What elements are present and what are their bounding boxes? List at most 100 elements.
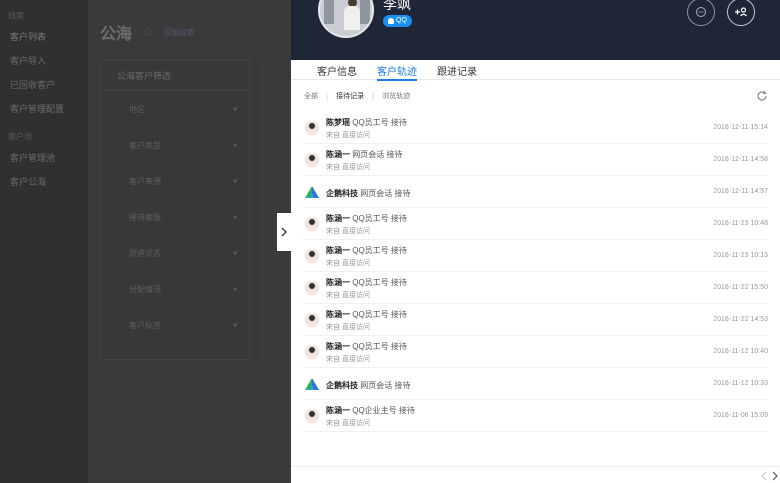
record-time: 2018-11-12 10:40 — [713, 348, 768, 355]
agent-avatar — [305, 409, 319, 423]
chevron-left-icon[interactable] — [759, 470, 769, 482]
subtab-all[interactable]: 全部 — [304, 91, 318, 101]
subtab-browse-track[interactable]: 浏览轨迹 — [382, 91, 410, 101]
nav-section-title: 线索 — [8, 11, 24, 20]
agent-avatar — [305, 345, 319, 359]
agent-name: 陈涵一 — [326, 310, 350, 319]
qq-penguin-icon — [388, 18, 394, 24]
chevron-right-icon — [281, 227, 287, 237]
agent-name: 陈涵一 — [326, 246, 350, 255]
customer-name: 李飒 — [383, 0, 411, 12]
list-item[interactable]: 陈涵一 QQ员工号 接待 来自 直接访问 2018-11-22 15:50 — [303, 272, 768, 304]
list-item[interactable]: 陈涵一 QQ员工号 接待 来自 直接访问 2018-11-23 10:48 — [303, 208, 768, 240]
chevron-down-icon: ▾ — [232, 320, 237, 330]
agent-name: 陈涵一 — [326, 406, 350, 415]
detail-tabs: 客户信息 客户轨迹 跟进记录 — [291, 60, 780, 81]
record-detail: QQ员工号 接待 — [352, 246, 407, 255]
add-user-icon — [735, 7, 747, 17]
chevron-right-icon[interactable] — [770, 470, 780, 482]
list-item[interactable]: 陈涵一 QQ企业主号 接待 来自 直接访问 2018-11-06 15:09 — [303, 400, 768, 432]
filter-title: 公海客户筛选 — [101, 61, 249, 91]
nav-section-title: 客户池 — [8, 132, 32, 141]
start-chat-button[interactable] — [687, 0, 715, 26]
left-navigation: 线索 客户列表 客户导入 已回收客户 客户管理配置 客户池 客户管理池 客户公海 — [0, 0, 88, 483]
record-detail: 网页会话 接待 — [352, 150, 403, 159]
record-time: 2018-11-06 15:09 — [713, 412, 768, 419]
page-header: 公海 ☆ 添加线索 — [100, 20, 195, 44]
record-detail: QQ员工号 接待 — [352, 278, 407, 287]
filter-region[interactable]: 地区 ▾ — [101, 91, 249, 127]
reception-record-list: 陈梦瑶 QQ员工号 接待 来自 直接访问 2018-12-11 15:14 陈涵… — [291, 112, 780, 432]
chevron-down-icon: ▾ — [232, 284, 237, 294]
tab-customer-track[interactable]: 客户轨迹 — [367, 60, 427, 81]
nav-item-customer-pool[interactable]: 客户管理池 — [0, 146, 88, 170]
filter-follow-status[interactable]: 跟进状态 ▾ — [101, 235, 249, 271]
chevron-down-icon: ▾ — [232, 212, 237, 222]
list-item[interactable]: 陈梦瑶 QQ员工号 接待 来自 直接访问 2018-12-11 15:14 — [303, 112, 768, 144]
record-detail: QQ员工号 接待 — [352, 118, 407, 127]
agent-name: 陈梦瑶 — [326, 118, 350, 127]
channel-badge: QQ — [383, 15, 412, 27]
refresh-icon[interactable] — [756, 90, 768, 102]
agent-avatar — [305, 153, 319, 167]
record-time: 2018-12-11 14:58 — [713, 156, 768, 163]
nav-item-customer-list[interactable]: 客户列表 — [0, 25, 88, 49]
list-item[interactable]: 企鹅科技 网页会话 接待 2018-12-11 14:57 — [303, 176, 768, 208]
record-time: 2018-11-22 14:53 — [713, 316, 768, 323]
agent-name: 陈涵一 — [326, 342, 350, 351]
record-source: 来自 直接访问 — [326, 420, 370, 427]
filter-customer-type[interactable]: 客户类型 ▾ — [101, 127, 249, 163]
record-time: 2018-12-11 15:14 — [713, 124, 768, 131]
add-lead-link[interactable]: 添加线索 — [163, 27, 195, 38]
add-friend-button[interactable] — [727, 0, 755, 26]
background-list-edge — [262, 60, 291, 360]
chat-bubble-icon — [696, 7, 706, 17]
company-name: 企鹅科技 — [326, 189, 358, 198]
tab-follow-records[interactable]: 跟进记录 — [427, 60, 487, 80]
filter-agent[interactable]: 接待客服 ▾ — [101, 199, 249, 235]
drawer-header: 李飒 QQ — [291, 0, 780, 60]
record-time: 2018-12-11 14:57 — [713, 188, 768, 195]
list-item[interactable]: 陈涵一 网页会话 接待 来自 直接访问 2018-12-11 14:58 — [303, 144, 768, 176]
filter-customer-tag[interactable]: 客户标签 ▾ — [101, 307, 249, 343]
agent-name: 陈涵一 — [326, 150, 350, 159]
agent-avatar — [305, 217, 319, 231]
list-item[interactable]: 企鹅科技 网页会话 接待 2018-11-12 10:33 — [303, 368, 768, 400]
subtab-reception-records[interactable]: 接待记录 — [336, 91, 364, 101]
chevron-down-icon: ▾ — [232, 176, 237, 186]
agent-avatar — [305, 281, 319, 295]
list-item[interactable]: 陈涵一 QQ员工号 接待 来自 直接访问 2018-11-23 10:13 — [303, 240, 768, 272]
subtab-divider: | — [326, 91, 329, 101]
star-icon[interactable]: ☆ — [142, 25, 153, 39]
record-detail: QQ企业主号 接待 — [352, 406, 415, 415]
record-detail: 网页会话 接待 — [360, 381, 411, 390]
filter-customer-source[interactable]: 客户来源 ▾ — [101, 163, 249, 199]
nav-item-customer-import[interactable]: 客户导入 — [0, 49, 88, 73]
customer-avatar — [318, 0, 374, 38]
chevron-down-icon: ▾ — [232, 104, 237, 114]
list-item[interactable]: 陈涵一 QQ员工号 接待 来自 直接访问 2018-11-22 14:53 — [303, 304, 768, 336]
customer-detail-drawer: 李飒 QQ 客户信息 客户轨迹 跟进记录 全部 | 接待记录 | 浏览轨迹 陈梦… — [291, 0, 780, 483]
record-detail: QQ员工号 接待 — [352, 310, 407, 319]
background-app: 线索 客户列表 客户导入 已回收客户 客户管理配置 客户池 客户管理池 客户公海… — [0, 0, 291, 483]
record-time: 2018-11-22 15:50 — [713, 284, 768, 291]
channel-badge-label: QQ — [396, 17, 407, 24]
record-source: 来自 直接访问 — [326, 164, 370, 171]
record-source: 来自 直接访问 — [326, 324, 370, 331]
record-source: 来自 直接访问 — [326, 260, 370, 267]
record-detail: QQ员工号 接待 — [352, 214, 407, 223]
nav-item-recycled-customers[interactable]: 已回收客户 — [0, 73, 88, 97]
agent-avatar — [305, 249, 319, 263]
nav-item-customer-config[interactable]: 客户管理配置 — [0, 97, 88, 121]
agent-avatar — [305, 121, 319, 135]
record-source: 来自 直接访问 — [326, 132, 370, 139]
tab-customer-info[interactable]: 客户信息 — [307, 60, 367, 80]
list-item[interactable]: 陈涵一 QQ员工号 接待 来自 直接访问 2018-11-12 10:40 — [303, 336, 768, 368]
filter-assignment[interactable]: 分配情况 ▾ — [101, 271, 249, 307]
agent-avatar — [305, 313, 319, 327]
record-source: 来自 直接访问 — [326, 228, 370, 235]
agent-name: 陈涵一 — [326, 214, 350, 223]
drawer-toggle-button[interactable] — [277, 213, 291, 251]
filter-panel: 公海客户筛选 地区 ▾ 客户类型 ▾ 客户来源 ▾ 接待客服 ▾ 跟进状态 ▾ 分配情况 ▾… — [100, 60, 250, 360]
nav-item-public-pool[interactable]: 客户公海 — [0, 170, 88, 194]
